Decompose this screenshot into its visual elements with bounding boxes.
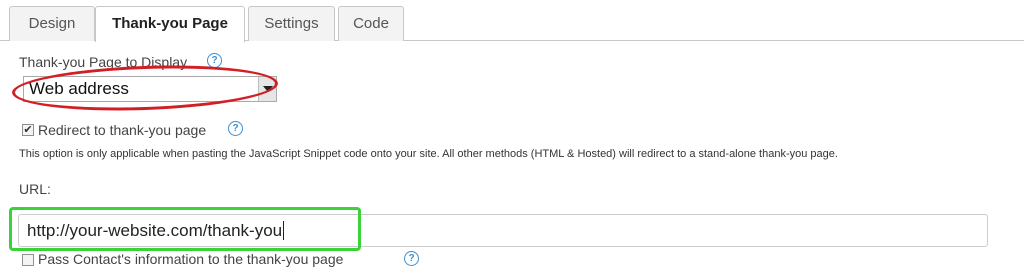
redirect-note: This option is only applicable when past… — [19, 148, 838, 160]
green-highlight-box — [9, 207, 361, 251]
tab-thank-you-page[interactable]: Thank-you Page — [95, 6, 245, 42]
tab-bar: Design Thank-you Page Settings Code — [0, 0, 1024, 42]
pass-contact-checkbox[interactable] — [22, 254, 34, 266]
url-field-label: URL: — [19, 181, 51, 197]
tab-design[interactable]: Design — [9, 6, 95, 41]
question-circle-icon[interactable]: ? — [228, 121, 243, 136]
tab-settings[interactable]: Settings — [248, 6, 335, 41]
question-circle-icon[interactable]: ? — [404, 251, 419, 266]
pass-contact-label: Pass Contact's information to the thank-… — [38, 251, 344, 267]
redirect-checkbox[interactable]: ✔ — [22, 124, 34, 136]
redirect-label: Redirect to thank-you page — [38, 122, 207, 138]
tab-code[interactable]: Code — [338, 6, 404, 41]
